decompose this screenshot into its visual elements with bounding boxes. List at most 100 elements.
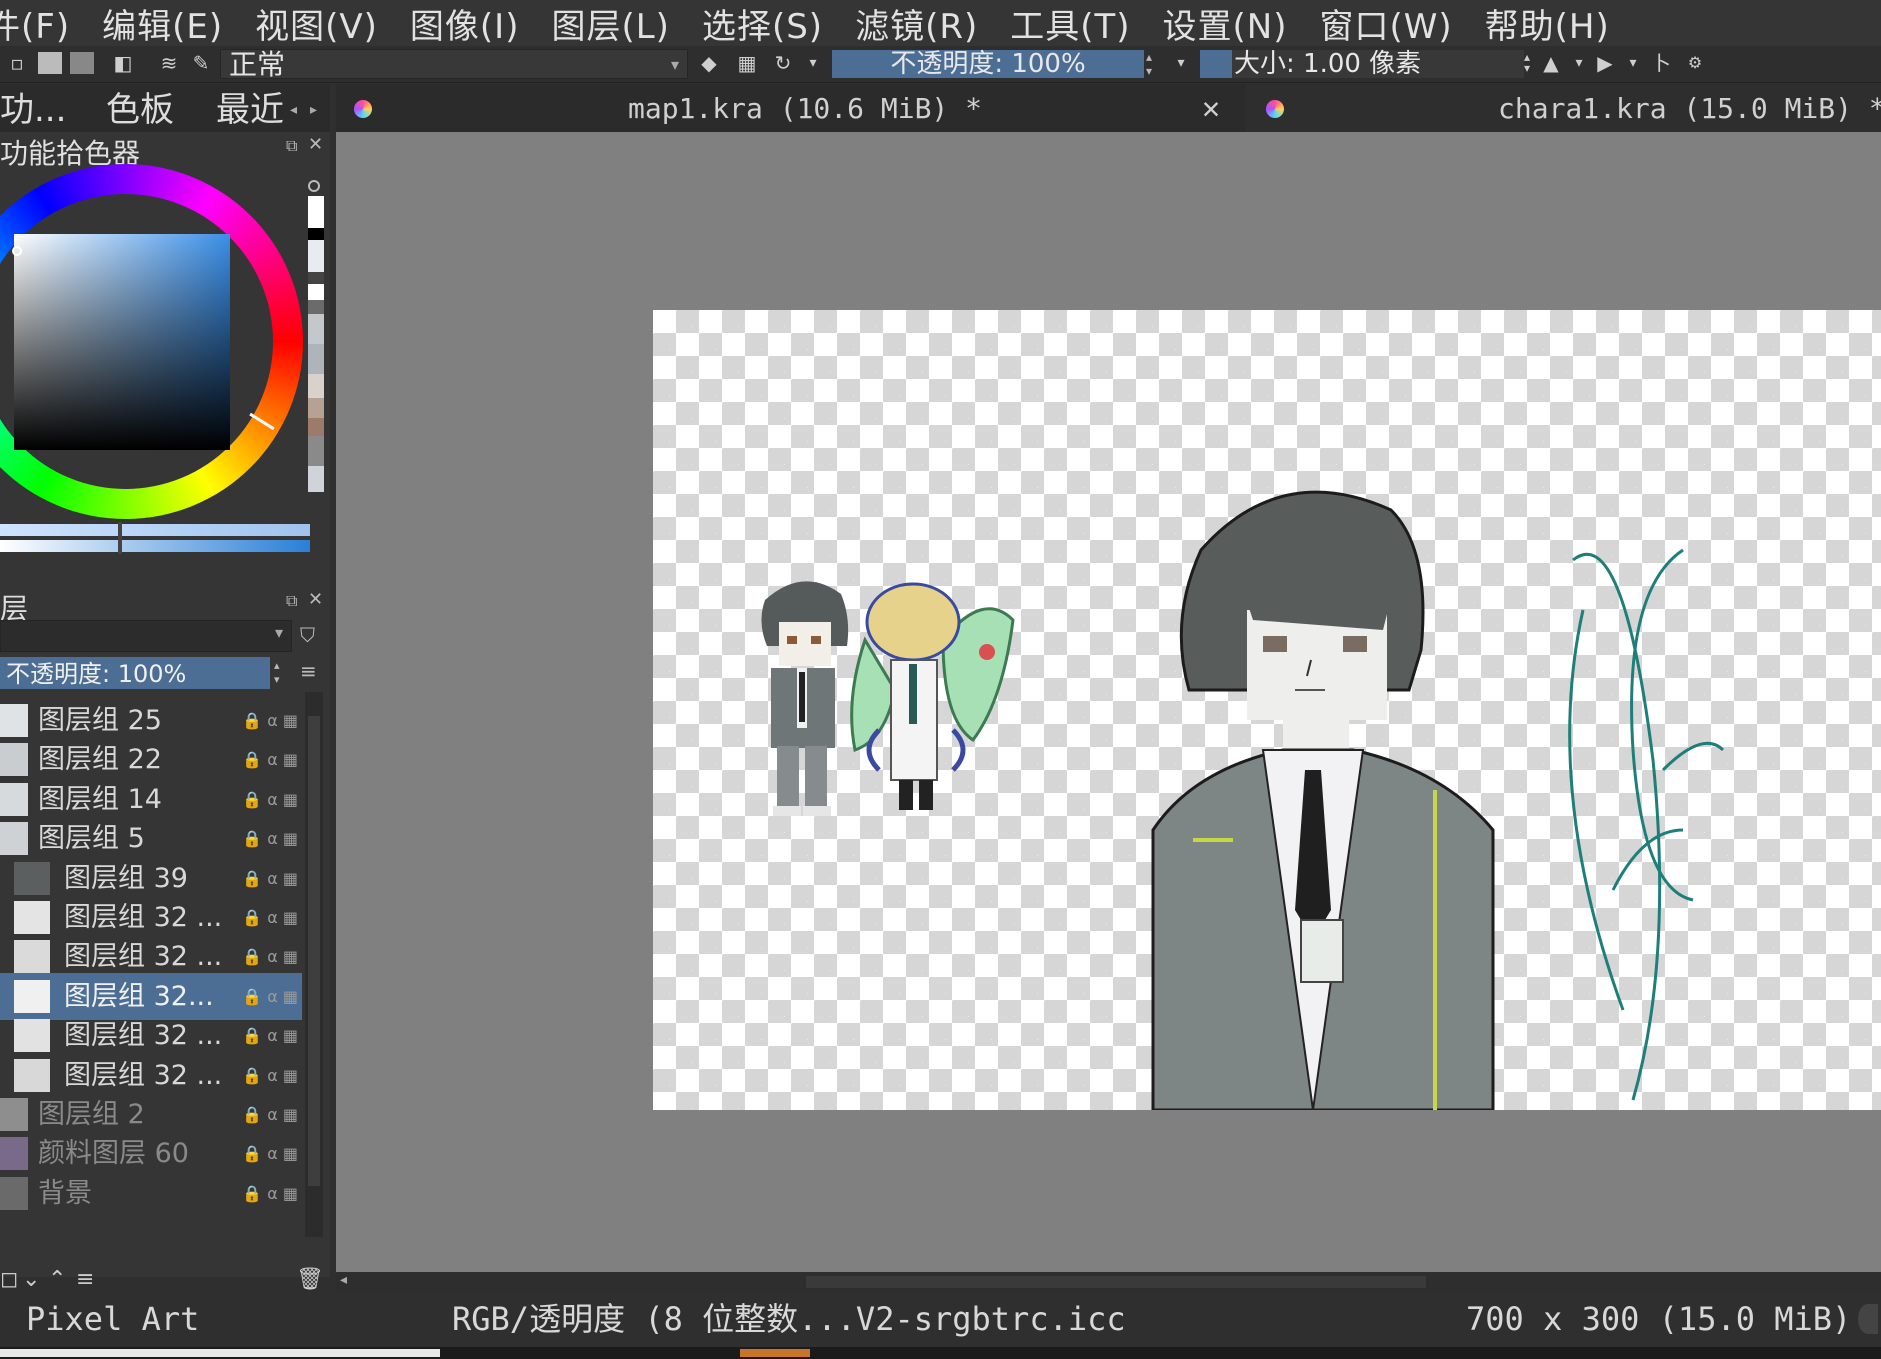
properties-icon[interactable]: ≡ [76,1267,94,1292]
color-space-info[interactable]: RGB/透明度 (8 位整数...V2-srgbtrc.icc [452,1292,1126,1347]
swatch[interactable] [308,436,324,466]
swatch[interactable] [308,240,324,272]
layer-thumbnail [0,704,28,737]
scroll-thumb[interactable] [806,1276,1426,1288]
swatch[interactable] [308,374,324,398]
mirror-vertical-icon[interactable]: ▶ [1594,52,1616,74]
float-panel-icon[interactable]: ⧉ [286,591,297,611]
size-slider[interactable]: 大小: 1.00 像素 [1200,50,1524,78]
color-slider-2[interactable] [0,540,310,552]
layers-scrollbar[interactable] [305,692,323,1237]
swatch[interactable] [308,300,324,314]
taskbar-item [740,1349,810,1357]
layer-blend-select[interactable]: ▾ [0,620,292,652]
alpha-lock-icon[interactable]: ▦ [736,52,758,74]
saturation-value-square[interactable] [14,234,230,450]
save-icon[interactable]: ▫ [6,52,28,74]
menu-edit[interactable]: 编辑(E) [102,0,223,47]
scroll-left-icon[interactable]: ◂ [340,1272,347,1288]
swatch[interactable] [308,344,324,374]
blend-mode-value: 正常 [229,48,286,81]
menu-layer[interactable]: 图层(L) [551,0,669,47]
no-color-icon[interactable] [308,180,320,192]
opacity-spinner[interactable]: ▴ ▾ [1146,50,1166,78]
opacity-spinner[interactable]: ▴ ▾ [274,659,280,687]
layer-thumbnail [0,822,28,856]
opacity-slider[interactable]: 不透明度: 100% [832,50,1144,78]
swatch[interactable] [308,272,324,284]
chevron-down-icon: ▾ [274,623,283,642]
tab-scroll-left-icon[interactable]: ◂ [290,84,297,132]
swatch[interactable] [308,466,324,492]
brush-preset-icon[interactable]: ✎ [190,52,212,74]
close-icon[interactable]: ✕ [308,134,323,155]
menu-filter[interactable]: 滤镜(R) [855,0,978,47]
close-icon[interactable]: ✕ [1202,84,1220,134]
layer-row[interactable]: 背景 🔒 α ▦ [0,1170,302,1217]
tab-palette[interactable]: 色板 [106,84,174,132]
menu-tools[interactable]: 工具(T) [1010,0,1130,47]
swatch[interactable] [308,418,324,436]
tab-scroll-right-icon[interactable]: ▸ [310,84,317,132]
swatch[interactable] [308,314,324,344]
tab-document-chara1[interactable]: chara1.kra (15.0 MiB) * [1246,84,1881,132]
move-down-icon[interactable]: ⌄ [22,1267,40,1292]
tab-recent[interactable]: 最近 [216,84,284,132]
menu-view[interactable]: 视图(V) [255,0,378,47]
gradient-icon[interactable] [70,52,94,74]
tab-advanced-color[interactable]: 功... [0,84,66,132]
krita-icon [1266,100,1284,118]
wrap-around-icon[interactable]: 卜 [1650,52,1672,74]
size-spinner[interactable]: ▴ ▾ [1516,51,1538,74]
taskbar-strip [0,1347,1881,1359]
menu-select[interactable]: 选择(S) [702,0,823,47]
swatch[interactable] [308,398,324,418]
menu-settings[interactable]: 设置(N) [1163,0,1288,47]
texture-icon[interactable] [38,52,62,74]
mirror-horizontal-icon[interactable]: ▲ [1540,52,1562,74]
delete-icon[interactable]: 🗑 [296,1267,324,1292]
canvas-viewport[interactable] [336,132,1881,1272]
eraser-icon[interactable]: ◆ [698,52,720,74]
layer-options-icon[interactable]: ≡ [300,659,317,683]
color-cursor[interactable] [12,246,22,256]
blend-mode-select[interactable]: 正常 ▾ [220,48,688,81]
chevron-down-icon[interactable]: ▾ [1170,52,1192,74]
layer-opacity-slider[interactable]: 不透明度: 100% [0,657,270,689]
recent-swatches[interactable] [308,180,324,560]
layer-flags-icon[interactable]: 🔒 α ▦ [242,1170,298,1217]
chibi-character-fairy [850,582,1015,810]
tool-options-bar: ▫ ◧ ≋ ✎ 正常 ▾ ◆ ▦ ↻ ▾ 不透明度: 100% ▴ ▾ ▾ 大小:… [0,46,1881,83]
swatch[interactable] [308,284,324,300]
brush-preset-name[interactable]: Pixel Art [26,1292,199,1347]
document-canvas[interactable] [653,310,1881,1110]
move-up-icon[interactable]: ⌃ [48,1267,66,1292]
chevron-down-icon[interactable]: ▾ [1622,52,1644,74]
tab-document-map1[interactable]: map1.kra (10.6 MiB) * ✕ [336,84,1236,132]
add-layer-icon[interactable]: ◻ [0,1267,18,1292]
image-dimensions[interactable]: 700 x 300 (15.0 MiB) [1466,1292,1851,1347]
float-panel-icon[interactable]: ⧉ [286,136,297,156]
swatch[interactable] [308,228,324,240]
layer-thumbnail [14,1058,50,1092]
artwork [761,490,1725,1110]
slider-handle[interactable] [118,522,122,554]
menu-help[interactable]: 帮助(H) [1485,0,1610,47]
chevron-down-icon[interactable]: ▾ [802,52,824,74]
scroll-thumb[interactable] [308,716,320,1186]
horizontal-scrollbar[interactable]: ◂ [336,1272,1881,1292]
menu-image[interactable]: 图像(I) [410,0,520,47]
reload-icon[interactable]: ↻ [772,52,794,74]
menu-file[interactable]: 件(F) [0,0,70,47]
close-icon[interactable]: ✕ [308,589,323,610]
menu-window[interactable]: 窗口(W) [1320,0,1453,47]
zoom-icon[interactable] [1858,1304,1878,1334]
swatch[interactable] [308,196,324,228]
filter-icon[interactable]: ⛉ [300,623,315,647]
chevron-down-icon[interactable]: ▾ [1568,52,1590,74]
color-slider-1[interactable] [0,524,310,536]
brush-settings-icon[interactable]: ≋ [158,52,180,74]
swap-colors-icon[interactable]: ◧ [112,52,134,74]
settings-gear-icon[interactable]: ⚙ [1684,52,1706,74]
chevron-down-icon: ▾ [670,55,679,74]
